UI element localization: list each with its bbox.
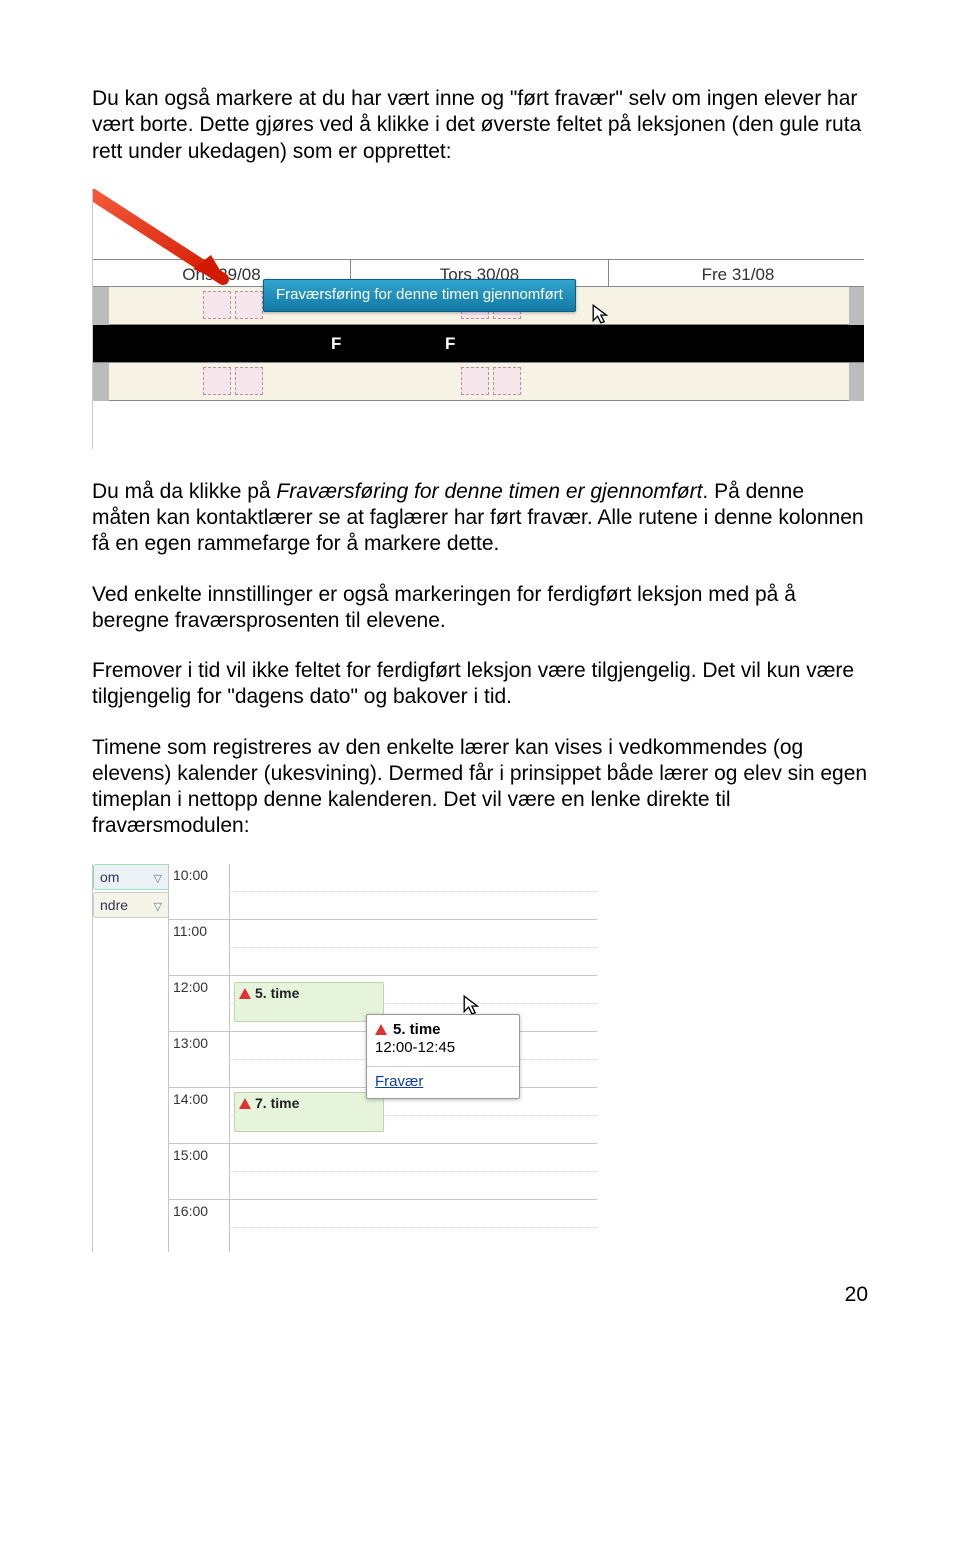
time-column: 10:00 11:00 12:00 13:00 14:00 15:00 16:0…: [168, 864, 230, 1252]
paragraph-1: Du kan også markere at du har vært inne …: [92, 86, 868, 165]
lesson-cell[interactable]: [203, 291, 231, 319]
slot-row-3: [93, 363, 864, 401]
time-label: 12:00: [169, 976, 229, 1032]
chevron-down-icon: ▽: [154, 901, 162, 915]
lesson-cell[interactable]: [235, 291, 263, 319]
page-number: 20: [92, 1282, 868, 1308]
calendar-sidebar: om ▽ ndre ▽: [93, 864, 168, 920]
time-label: 10:00: [169, 864, 229, 920]
p2-a: Du må da klikke på: [92, 480, 276, 503]
day-fre: Fre 31/08: [609, 260, 864, 285]
sidebar-label: om: [100, 869, 119, 885]
sidebar-item-2[interactable]: ndre ▽: [93, 892, 168, 918]
sidebar-item-1[interactable]: om ▽: [93, 864, 168, 890]
cursor-icon: [591, 303, 613, 332]
calendar-event-5time[interactable]: 5. time: [234, 982, 384, 1022]
lesson-cell[interactable]: [235, 367, 263, 395]
lesson-block: [93, 363, 109, 401]
time-label: 13:00: [169, 1032, 229, 1088]
paragraph-3: Ved enkelte innstillinger er også marker…: [92, 582, 868, 635]
f-mark: F: [331, 333, 341, 354]
chevron-down-icon: ▽: [154, 873, 162, 887]
triangle-icon: [239, 1098, 251, 1109]
cursor-icon: [462, 994, 484, 1023]
fravaer-tooltip[interactable]: Fraværsføring for denne timen gjennomfør…: [263, 279, 576, 312]
lesson-cell[interactable]: [461, 367, 489, 395]
hour-slot[interactable]: [230, 920, 597, 976]
figure-timetable: Ons 29/08 Tors 30/08 Fre 31/08 F F Fravæ…: [92, 189, 864, 449]
time-label: 15:00: [169, 1144, 229, 1200]
event-popup: 5. time 12:00-12:45 Fravær: [366, 1014, 520, 1099]
lesson-block: [849, 363, 864, 401]
fravaer-link[interactable]: Fravær: [375, 1073, 423, 1090]
time-label: 14:00: [169, 1088, 229, 1144]
hour-slot[interactable]: [230, 1144, 597, 1200]
lesson-block: [849, 287, 864, 325]
time-label: 11:00: [169, 920, 229, 976]
paragraph-5: Timene som registreres av den enkelte læ…: [92, 735, 868, 840]
lesson-cell[interactable]: [203, 367, 231, 395]
popup-title: 5. time: [393, 1021, 441, 1038]
day-column: 5. time 7. time 5. time 12:00-12:45 Frav…: [230, 864, 597, 1252]
paragraph-2: Du må da klikke på Fraværsføring for den…: [92, 479, 868, 558]
event-label: 7. time: [255, 1095, 299, 1111]
sidebar-label: ndre: [100, 897, 128, 913]
time-label: 16:00: [169, 1200, 229, 1252]
triangle-icon: [239, 988, 251, 999]
popup-time: 12:00-12:45: [375, 1039, 455, 1056]
hour-slot[interactable]: [230, 864, 597, 920]
paragraph-4: Fremover i tid vil ikke feltet for ferdi…: [92, 658, 868, 711]
lesson-cell[interactable]: [493, 367, 521, 395]
lesson-block: [93, 287, 109, 325]
figure-calendar: om ▽ ndre ▽ 10:00 11:00 12:00 13:00 14:0…: [92, 864, 597, 1252]
calendar-event-7time[interactable]: 7. time: [234, 1092, 384, 1132]
p2-em: Fraværsføring for denne timen er gjennom…: [276, 480, 702, 503]
hour-slot[interactable]: [230, 1200, 597, 1252]
slot-row-2: F F: [93, 325, 864, 363]
event-label: 5. time: [255, 985, 299, 1001]
f-mark: F: [445, 333, 455, 354]
triangle-icon: [375, 1024, 387, 1035]
